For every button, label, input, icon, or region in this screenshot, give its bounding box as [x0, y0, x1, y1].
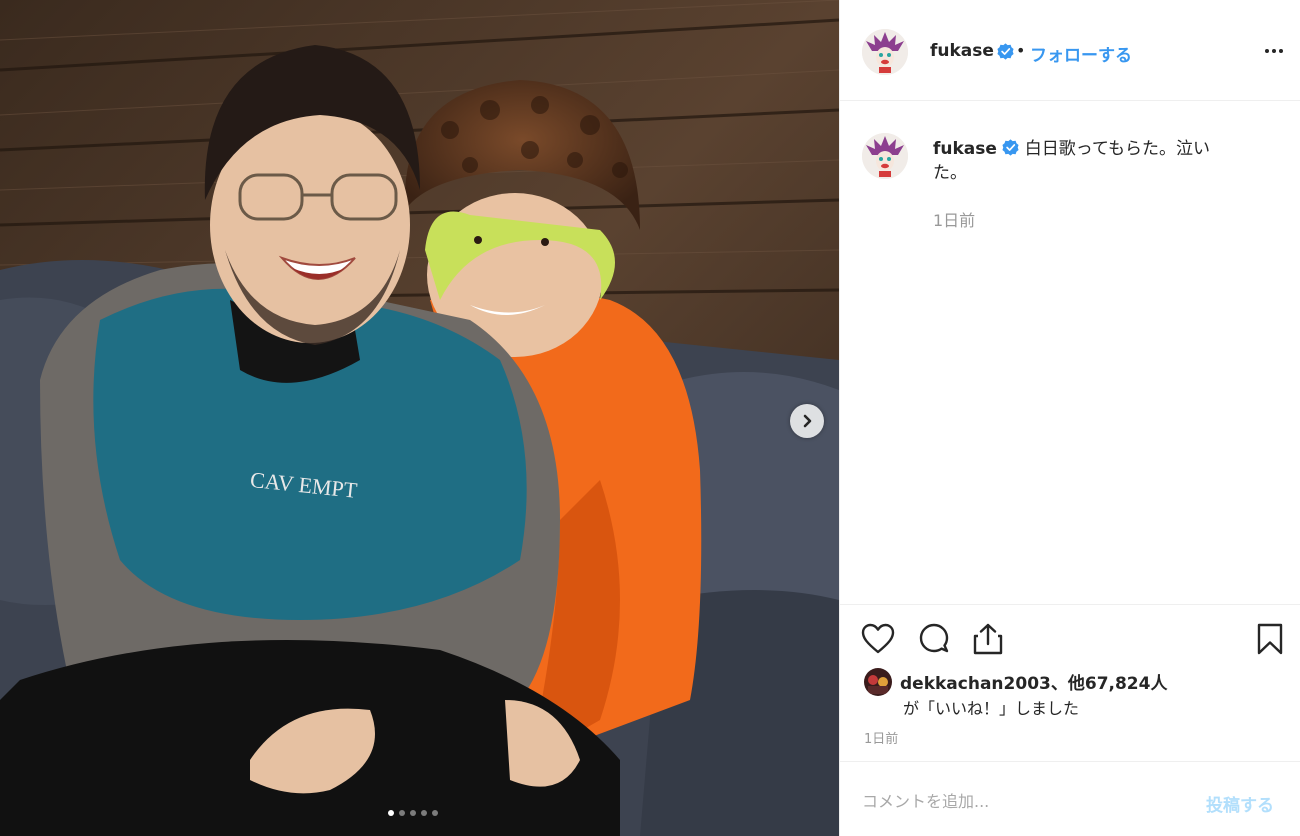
post-photo: CAV EMPT [0, 0, 839, 836]
caption-timestamp: 1日前 [933, 211, 976, 230]
follow-button[interactable]: フォローする [1030, 41, 1132, 66]
caption-username[interactable]: fukase [933, 139, 997, 159]
first-liker-username[interactable]: dekkachan2003 [900, 674, 1051, 694]
carousel-dot [388, 810, 394, 816]
avatar-image [862, 133, 908, 179]
share-icon[interactable] [968, 619, 1008, 659]
post-media[interactable]: CAV EMPT [0, 0, 839, 836]
likes-summary[interactable]: dekkachan2003、他67,824人 [900, 669, 1167, 694]
post-actions: dekkachan2003、他67,824人 が「いいね！」しました 1日前 [840, 604, 1300, 761]
carousel-indicator [388, 810, 438, 816]
chevron-right-icon [803, 414, 812, 428]
instagram-post: CAV EMPT fukase • フォローする fukase 白日歌ってもらた… [0, 0, 1300, 836]
post-comment-button[interactable]: 投稿する [1206, 791, 1274, 816]
carousel-dot [421, 810, 427, 816]
carousel-dot [432, 810, 438, 816]
comment-input[interactable] [862, 786, 1192, 816]
post-side-panel: fukase • フォローする fukase 白日歌ってもらた。泣いた。 1日前… [839, 0, 1300, 836]
carousel-dot [399, 810, 405, 816]
liker-avatar[interactable] [864, 668, 892, 696]
avatar[interactable] [862, 29, 908, 75]
separator-dot: • [1016, 41, 1026, 60]
more-options-icon[interactable] [1259, 42, 1289, 60]
likes-suffix: が「いいね！」しました [903, 699, 1080, 718]
comment-icon[interactable] [914, 619, 954, 659]
next-slide-button[interactable] [790, 404, 824, 438]
heart-icon[interactable] [858, 619, 898, 659]
post-timestamp[interactable]: 1日前 [864, 728, 898, 747]
likes-count[interactable]: 、他67,824人 [1051, 674, 1168, 694]
post-header: fukase • フォローする [840, 0, 1300, 101]
comments-section: fukase 白日歌ってもらた。泣いた。 1日前 [840, 101, 1300, 604]
verified-badge-icon [1002, 139, 1019, 156]
avatar-image [864, 668, 892, 696]
avatar[interactable] [862, 133, 908, 179]
add-comment-section: 投稿する [840, 761, 1300, 836]
carousel-dot [410, 810, 416, 816]
avatar-image [862, 29, 908, 75]
verified-badge-icon [997, 43, 1014, 60]
post-caption: fukase 白日歌ってもらた。泣いた。 [933, 137, 1243, 185]
username-link[interactable]: fukase [930, 41, 994, 61]
bookmark-icon[interactable] [1250, 619, 1290, 659]
